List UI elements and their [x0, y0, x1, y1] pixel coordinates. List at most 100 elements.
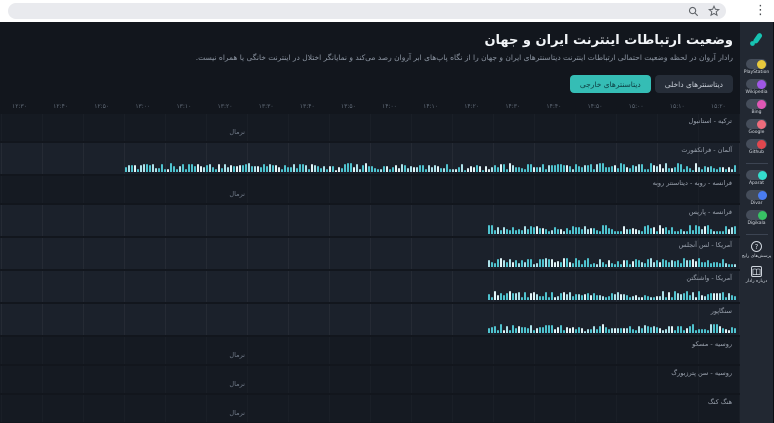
service-toggle-digikala[interactable]: Digikala	[746, 210, 767, 226]
tab-external-datacenters[interactable]: دیتاسنترهای خارجی	[570, 75, 651, 93]
latency-bar	[146, 164, 148, 172]
latency-bar	[431, 167, 433, 172]
latency-bar	[674, 261, 676, 267]
faq-link[interactable]: ? پرسش‌های رایج	[742, 241, 772, 259]
latency-bar	[425, 169, 427, 172]
latency-bar	[647, 259, 649, 267]
service-toggle-divar[interactable]: Divar	[746, 190, 767, 206]
latency-bar	[722, 259, 724, 267]
latency-bar	[251, 166, 253, 172]
latency-bar	[155, 168, 157, 172]
service-status-pill	[746, 170, 767, 180]
service-toggle-playstation[interactable]: PlayStation	[744, 59, 769, 75]
latency-bar	[716, 169, 718, 172]
latency-bar	[674, 291, 676, 300]
latency-bar	[152, 164, 154, 172]
latency-bar	[278, 167, 280, 172]
latency-bar	[689, 225, 691, 234]
latency-bar	[449, 169, 451, 172]
latency-bar	[551, 325, 553, 333]
about-radar-link[interactable]: درباره رادار	[746, 266, 768, 284]
latency-bar	[527, 297, 529, 300]
latency-bar	[671, 168, 673, 172]
datacenter-rows: ترکیه - استانبولنرمالآلمان - فرانکفورتفر…	[0, 114, 740, 422]
latency-bar	[314, 165, 316, 172]
latency-bar	[341, 168, 343, 172]
service-label: Wikipedia	[746, 90, 768, 95]
latency-bar	[728, 264, 730, 267]
latency-bar	[518, 292, 520, 300]
latency-bar	[710, 324, 712, 333]
latency-bar	[665, 260, 667, 267]
latency-bar	[566, 258, 568, 267]
latency-bar	[650, 297, 652, 300]
search-icon[interactable]	[688, 6, 699, 17]
latency-bar	[536, 167, 538, 172]
arvancloud-radar-logo-icon[interactable]	[747, 29, 767, 49]
latency-bar	[671, 326, 673, 333]
latency-bar	[563, 165, 565, 172]
latency-bar	[548, 325, 550, 333]
latency-bar	[527, 164, 529, 172]
latency-bar	[704, 226, 706, 234]
latency-bar	[134, 165, 136, 172]
latency-bar	[593, 263, 595, 267]
latency-bar	[662, 168, 664, 172]
latency-bar	[527, 259, 529, 267]
service-toggle-wikipedia[interactable]: Wikipedia	[744, 79, 769, 95]
page-title: وضعیت ارتباطات اینترنت ایران و جهان	[0, 22, 740, 48]
latency-bar	[503, 164, 505, 172]
latency-bar	[674, 231, 676, 234]
service-status-pill	[746, 59, 767, 69]
latency-bar	[662, 330, 664, 333]
latency-bar	[665, 329, 667, 333]
service-status-dot	[758, 191, 767, 200]
service-toggle-bing[interactable]: Bing	[744, 99, 769, 115]
tab-internal-datacenters[interactable]: دیتاسنترهای داخلی	[655, 75, 733, 93]
service-toggle-aparat[interactable]: Aparat	[746, 170, 767, 186]
latency-bar	[587, 229, 589, 234]
latency-bar	[617, 168, 619, 172]
status-normal-label: نرمال	[229, 380, 245, 388]
latency-bar	[530, 293, 532, 300]
latency-bar	[203, 167, 205, 172]
latency-bar	[581, 328, 583, 333]
latency-bar	[374, 168, 376, 172]
latency-bar	[593, 326, 595, 333]
datacenter-row-label: روسیه - سن پترزبورگ	[671, 369, 732, 377]
datacenter-row: روسیه - سن پترزبورگ نرمال	[0, 366, 740, 393]
browser-menu-icon[interactable]: ⋮	[754, 1, 767, 21]
service-toggle-github[interactable]: Github	[744, 139, 769, 155]
latency-bar	[677, 260, 679, 267]
latency-bar	[344, 164, 346, 172]
bookmark-star-icon[interactable]	[708, 5, 720, 17]
latency-bar	[563, 258, 565, 267]
latency-bar	[560, 325, 562, 333]
latency-bar	[167, 169, 169, 172]
latency-bar	[728, 293, 730, 300]
latency-bar	[596, 295, 598, 300]
latency-bar	[539, 296, 541, 300]
latency-bar	[521, 327, 523, 333]
latency-bar	[638, 260, 640, 267]
latency-bar	[209, 164, 211, 172]
latency-bar	[728, 167, 730, 173]
latency-bar	[587, 329, 589, 333]
datacenter-row: آمریکا - واشنگتن	[0, 271, 740, 302]
latency-bar	[593, 228, 595, 234]
latency-bar	[296, 168, 298, 172]
service-toggle-google[interactable]: Google	[744, 119, 769, 135]
address-bar[interactable]	[8, 3, 726, 19]
latency-bar	[356, 164, 358, 172]
latency-bar	[503, 295, 505, 300]
latency-bar	[236, 166, 238, 172]
latency-bar	[257, 166, 259, 172]
latency-bar	[197, 164, 199, 172]
service-label: Bing	[751, 110, 761, 115]
latency-bar	[569, 292, 571, 300]
latency-bar	[164, 169, 166, 172]
latency-bar	[557, 229, 559, 234]
latency-bar	[503, 330, 505, 333]
latency-bar	[554, 227, 556, 234]
sidebar-divider	[746, 234, 768, 235]
